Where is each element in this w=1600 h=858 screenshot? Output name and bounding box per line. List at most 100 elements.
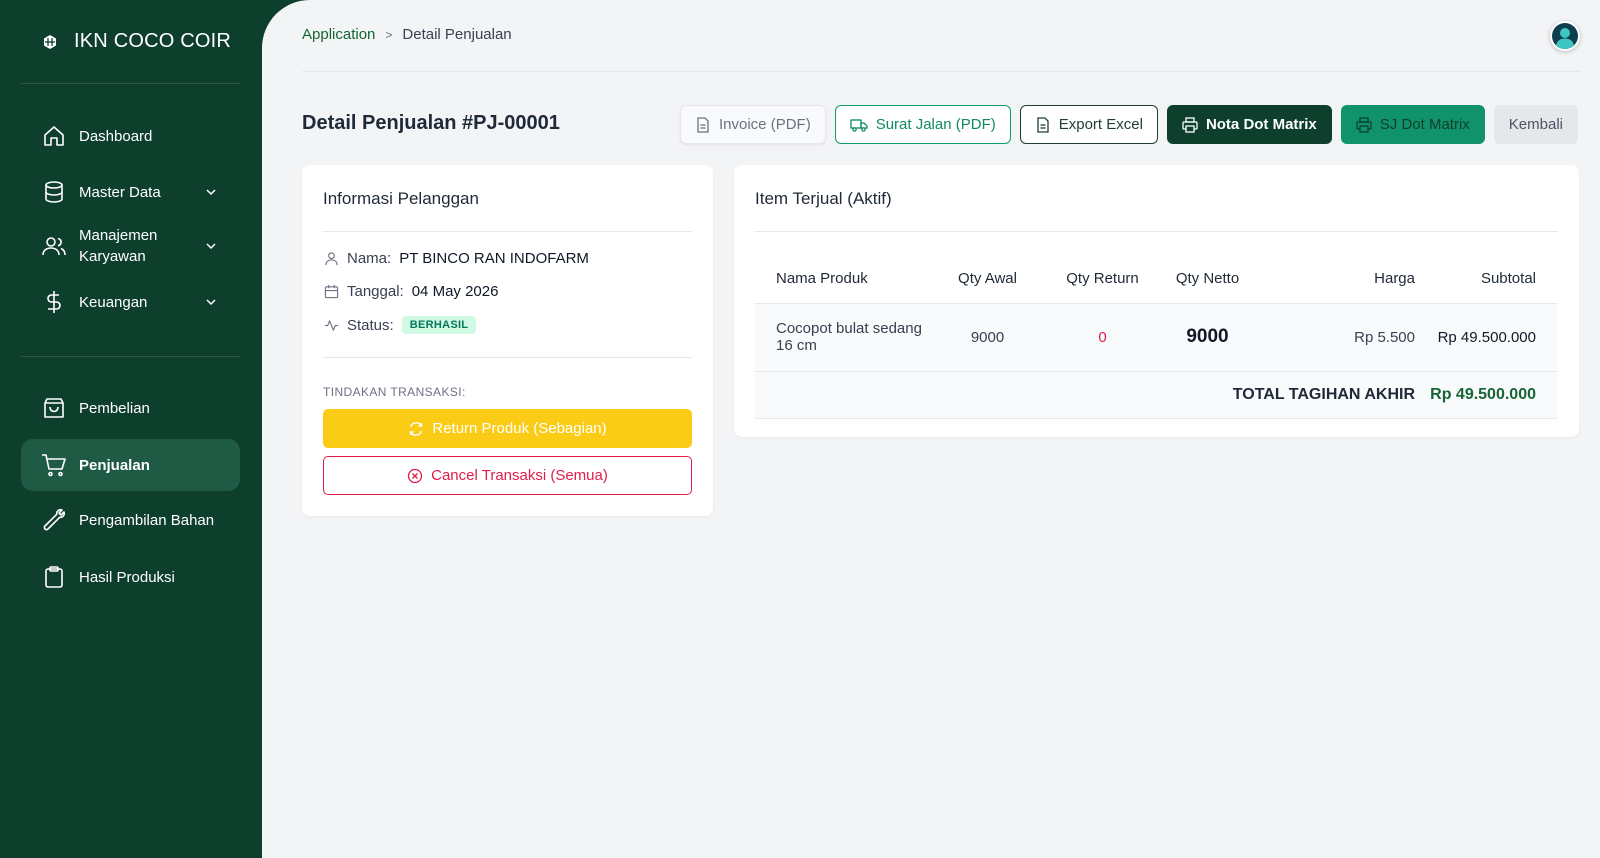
status-badge: BERHASIL <box>401 316 477 334</box>
surat-jalan-pdf-button[interactable]: Surat Jalan (PDF) <box>834 105 1011 144</box>
users-icon <box>41 233 67 259</box>
surat-jalan-pdf-label: Surat Jalan (PDF) <box>875 116 996 133</box>
sidebar-item-keuangan[interactable]: Keuangan <box>21 276 240 328</box>
sidebar-item-pengambilan-bahan[interactable]: Pengambilan Bahan <box>21 494 240 546</box>
column-header-subtotal: Subtotal <box>1480 270 1536 288</box>
topbar: Application > Detail Penjualan <box>302 0 1580 72</box>
kembali-label: Kembali <box>1508 116 1563 133</box>
chevron-down-icon <box>204 295 218 309</box>
cell-qty-netto: 9000 <box>1155 302 1260 372</box>
x-circle-icon <box>407 468 423 483</box>
home-icon <box>41 123 67 149</box>
sidebar-item-label: Manajemen Karyawan <box>79 227 158 265</box>
return-product-button[interactable]: Return Produk (Sebagian) <box>323 409 692 448</box>
sold-items-table: Nama Produk Qty Awal Qty Return Qty Nett… <box>755 255 1557 419</box>
card-divider <box>323 231 692 232</box>
database-icon <box>41 179 67 205</box>
chevron-down-icon <box>204 185 218 199</box>
cell-product-name: Cocopot bulat sedang 16 cm <box>755 302 925 372</box>
customer-name-value: PT BINCO RAN INDOFARM <box>399 250 589 267</box>
cell-harga: Rp 5.500 <box>1260 302 1415 372</box>
sidebar-item-label: Penjualan <box>79 456 150 474</box>
customer-info-title: Informasi Pelanggan <box>323 189 479 208</box>
sidebar-item-master-data[interactable]: Master Data <box>21 166 240 218</box>
table-row: Cocopot bulat sedang 16 cm 9000 0 9000 R… <box>755 302 1557 372</box>
spreadsheet-icon <box>1037 116 1049 133</box>
card-divider <box>755 231 1558 232</box>
clipboard-icon <box>41 564 67 590</box>
sidebar-item-label: Pembelian <box>79 399 150 417</box>
cart-icon <box>41 452 67 478</box>
customer-date-value: 04 May 2026 <box>411 283 499 300</box>
sold-items-title: Item Terjual (Aktif) <box>755 189 892 208</box>
customer-status-row: Status: BERHASIL <box>323 316 477 334</box>
total-value: Rp 49.500.000 <box>1415 371 1557 419</box>
cell-subtotal: Rp 49.500.000 <box>1415 302 1557 372</box>
column-header-qty-awal: Qty Awal <box>958 270 1017 288</box>
header-actions: Invoice (PDF) Surat Jalan (PDF) Export E… <box>680 105 1578 144</box>
sidebar-item-hasil-produksi[interactable]: Hasil Produksi <box>21 551 240 603</box>
dollar-icon <box>41 289 67 315</box>
kembali-button[interactable]: Kembali <box>1493 105 1578 144</box>
table-header-row: Nama Produk Qty Awal Qty Return Qty Nett… <box>755 255 1557 303</box>
sidebar-item-manajemen-karyawan[interactable]: Manajemen Karyawan <box>21 218 240 274</box>
customer-info-card: Informasi Pelanggan Nama: PT BINCO RAN I… <box>302 165 713 516</box>
sidebar-divider <box>21 356 240 357</box>
user-avatar-icon <box>1552 23 1578 49</box>
column-header-qty-netto: Qty Netto <box>1175 270 1240 288</box>
table-total-row: TOTAL TAGIHAN AKHIR Rp 49.500.000 <box>755 371 1557 419</box>
breadcrumb-link-application[interactable]: Application <box>302 26 375 43</box>
sidebar-item-label: Master Data <box>79 183 161 201</box>
cell-qty-awal: 9000 <box>925 302 1050 372</box>
cancel-transaction-button[interactable]: Cancel Transaksi (Semua) <box>323 456 692 495</box>
sidebar-item-dashboard[interactable]: Dashboard <box>21 110 240 162</box>
sidebar-item-label: Hasil Produksi <box>79 568 175 586</box>
cancel-transaction-label: Cancel Transaksi (Semua) <box>431 467 608 484</box>
return-product-label: Return Produk (Sebagian) <box>432 420 607 437</box>
transaction-actions-label: TINDAKAN TRANSAKSI: <box>323 385 466 399</box>
activity-icon <box>323 317 339 333</box>
sj-dot-matrix-label: SJ Dot Matrix <box>1379 116 1470 133</box>
sidebar-item-pembelian[interactable]: Pembelian <box>21 382 240 434</box>
user-icon <box>323 251 339 267</box>
sold-items-card: Item Terjual (Aktif) Nama Produk Qty Awa… <box>734 165 1579 437</box>
column-header-qty-return: Qty Return <box>1066 270 1139 288</box>
page-title: Detail Penjualan #PJ-00001 <box>302 112 560 134</box>
shopping-bag-icon <box>41 395 67 421</box>
brand[interactable]: IKN COCO COIR <box>40 30 231 53</box>
total-label: TOTAL TAGIHAN AKHIR <box>755 371 1415 419</box>
printer-icon <box>1182 116 1198 133</box>
export-excel-label: Export Excel <box>1058 116 1143 133</box>
user-avatar[interactable] <box>1550 21 1580 51</box>
wrench-icon <box>41 507 67 533</box>
invoice-pdf-button[interactable]: Invoice (PDF) <box>680 105 826 144</box>
brand-name: IKN COCO COIR <box>74 30 232 52</box>
card-divider <box>323 357 692 358</box>
customer-name-row: Nama: PT BINCO RAN INDOFARM <box>323 250 589 267</box>
chevron-down-icon <box>204 239 218 253</box>
column-header-nama-produk: Nama Produk <box>776 270 868 288</box>
nota-dot-matrix-label: Nota Dot Matrix <box>1205 116 1317 133</box>
sj-dot-matrix-button[interactable]: SJ Dot Matrix <box>1340 105 1485 144</box>
document-icon <box>697 116 709 133</box>
printer-icon <box>1356 116 1372 133</box>
sidebar-item-penjualan[interactable]: Penjualan <box>21 439 240 491</box>
breadcrumb: Application > Detail Penjualan <box>302 26 512 43</box>
breadcrumb-separator: > <box>385 27 393 42</box>
hexagon-logo-icon <box>40 32 60 52</box>
nota-dot-matrix-button[interactable]: Nota Dot Matrix <box>1166 105 1332 144</box>
customer-date-label: Tanggal: <box>347 283 404 300</box>
invoice-pdf-label: Invoice (PDF) <box>719 116 811 133</box>
refresh-icon <box>410 421 423 436</box>
sidebar-divider <box>21 83 240 84</box>
sidebar-item-label: Keuangan <box>79 293 148 311</box>
customer-status-label: Status: <box>347 316 394 334</box>
calendar-icon <box>323 284 339 300</box>
customer-name-label: Nama: <box>347 250 392 267</box>
export-excel-button[interactable]: Export Excel <box>1019 105 1158 144</box>
sidebar-item-label: Pengambilan Bahan <box>79 511 215 529</box>
customer-date-row: Tanggal: 04 May 2026 <box>323 283 498 300</box>
breadcrumb-current: Detail Penjualan <box>402 26 512 43</box>
sidebar: IKN COCO COIR Dashboard Master Data Mana… <box>0 0 262 858</box>
truck-icon <box>850 118 868 132</box>
